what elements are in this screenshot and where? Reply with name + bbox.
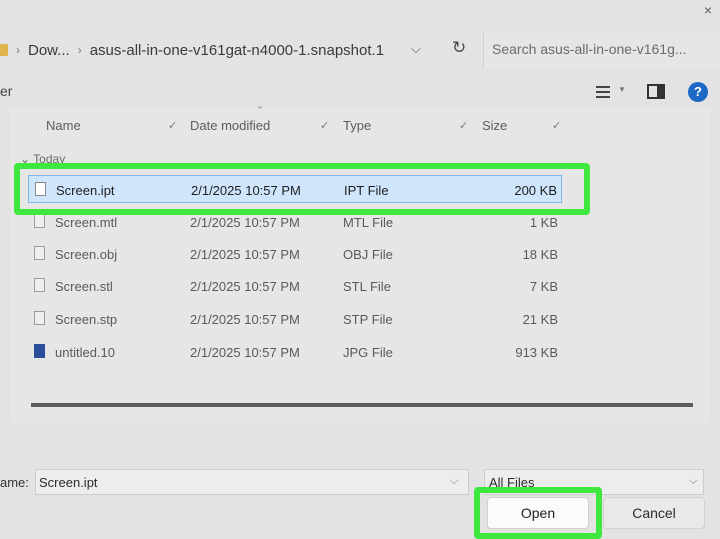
file-type: STP File	[343, 312, 393, 327]
column-header-type[interactable]: Type	[343, 118, 371, 133]
column-filter-icon[interactable]: ✓	[168, 119, 177, 132]
file-name: Screen.mtl	[55, 215, 118, 230]
file-size: 7 KB	[529, 279, 558, 294]
toolbar-label[interactable]: er	[0, 83, 12, 99]
help-icon[interactable]: ?	[688, 82, 708, 102]
document-icon	[34, 246, 45, 260]
file-type: STL File	[343, 279, 391, 294]
chevron-right-icon: ›	[16, 43, 20, 57]
file-date: 2/1/2025 10:57 PM	[190, 247, 300, 262]
file-row[interactable]: untitled.10 2/1/2025 10:57 PM JPG File 9…	[28, 338, 562, 366]
file-name: Screen.stp	[55, 312, 118, 327]
column-header-date[interactable]: Date modified	[190, 118, 270, 133]
breadcrumb-current-folder[interactable]: asus-all-in-one-v161gat-n4000-1.snapshot…	[90, 42, 384, 59]
file-row[interactable]: Screen.obj 2/1/2025 10:57 PM OBJ File 18…	[28, 240, 562, 268]
file-size: 21 KB	[522, 312, 558, 327]
file-name: untitled.10	[55, 345, 115, 360]
document-icon	[34, 278, 45, 292]
document-icon	[34, 311, 45, 325]
image-icon	[34, 344, 45, 358]
file-type: JPG File	[343, 345, 393, 360]
chevron-down-icon[interactable]: ⌵	[450, 475, 458, 488]
highlight-box-selected-file	[14, 163, 590, 215]
column-header-size[interactable]: Size	[482, 118, 507, 133]
view-options-icon[interactable]	[596, 86, 610, 98]
preview-pane-icon[interactable]	[647, 84, 665, 99]
horizontal-scrollbar[interactable]	[31, 403, 693, 407]
file-date: 2/1/2025 10:57 PM	[190, 312, 300, 327]
file-name: Screen.stl	[55, 279, 113, 294]
file-name-input[interactable]: Screen.ipt	[35, 469, 469, 495]
search-input[interactable]: Search asus-all-in-one-v161g...	[483, 32, 720, 68]
cancel-button[interactable]: Cancel	[603, 497, 705, 529]
highlight-box-open-button	[474, 487, 602, 539]
file-row[interactable]: Screen.stp 2/1/2025 10:57 PM STP File 21…	[28, 305, 562, 333]
sort-indicator-icon: ⌃	[256, 105, 264, 115]
open-file-dialog: × › Dow... › asus-all-in-one-v161gat-n40…	[0, 0, 720, 539]
file-name: Screen.obj	[55, 247, 118, 262]
chevron-down-icon[interactable]: ⌵	[411, 41, 421, 57]
file-size: 913 KB	[515, 345, 558, 360]
breadcrumb-downloads[interactable]: Dow...	[28, 42, 70, 59]
column-filter-icon[interactable]: ✓	[459, 119, 468, 132]
chevron-down-icon[interactable]: ▼	[618, 85, 626, 94]
refresh-icon[interactable]: ↻	[452, 38, 466, 58]
close-icon[interactable]: ×	[704, 2, 712, 18]
chevron-down-icon[interactable]: ⌵	[689, 475, 697, 488]
document-icon	[34, 214, 45, 228]
file-row[interactable]: Screen.stl 2/1/2025 10:57 PM STL File 7 …	[28, 272, 562, 300]
folder-icon	[0, 44, 8, 56]
chevron-right-icon: ›	[77, 43, 82, 57]
column-filter-icon[interactable]: ✓	[320, 119, 329, 132]
file-date: 2/1/2025 10:57 PM	[190, 345, 300, 360]
file-date: 2/1/2025 10:57 PM	[190, 279, 300, 294]
file-size: 18 KB	[522, 247, 558, 262]
file-type: OBJ File	[343, 247, 393, 262]
file-name-label: ame:	[0, 475, 29, 490]
title-bar: ×	[0, 0, 720, 26]
column-header-name[interactable]: Name	[46, 118, 81, 133]
column-filter-icon[interactable]: ✓	[552, 119, 561, 132]
address-bar[interactable]: › Dow... › asus-all-in-one-v161gat-n4000…	[0, 32, 440, 68]
file-date: 2/1/2025 10:57 PM	[190, 215, 300, 230]
file-type: MTL File	[343, 215, 394, 230]
toolbar: er ▼ ?	[0, 76, 720, 108]
file-size: 1 KB	[529, 215, 558, 230]
